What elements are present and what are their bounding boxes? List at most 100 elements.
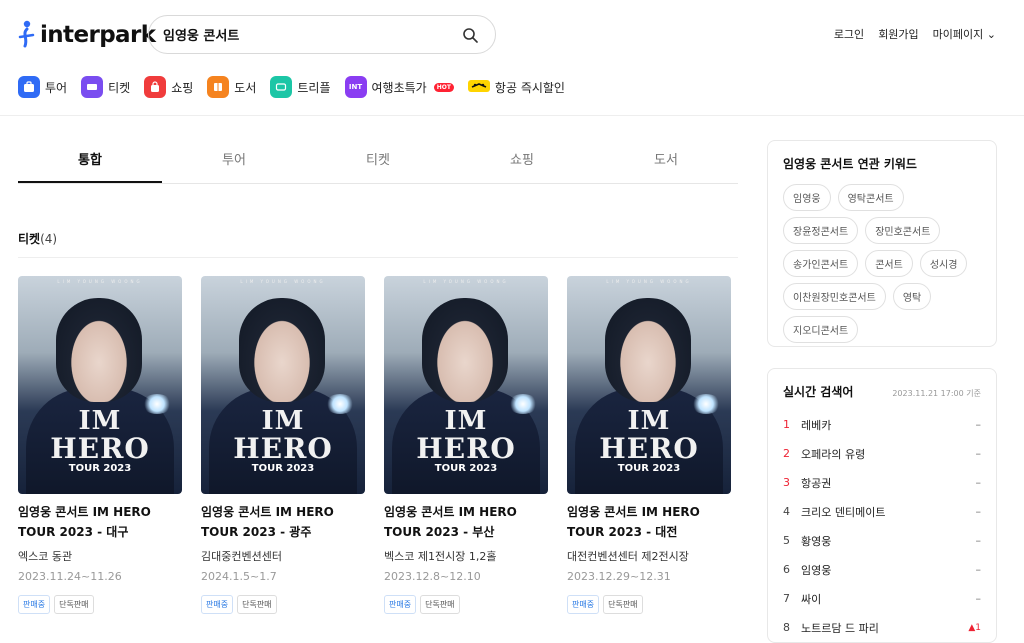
search-input[interactable] bbox=[163, 27, 459, 42]
rank-keyword: 노트르담 드 파리 bbox=[801, 621, 879, 635]
ticket-venue: 벡스코 제1전시장 1,2홀 bbox=[384, 550, 497, 563]
category-label: 쇼핑 bbox=[171, 80, 194, 95]
keyword-chip[interactable]: 송가인콘서트 bbox=[783, 250, 859, 277]
section-title: 티켓(4) bbox=[18, 230, 738, 258]
poster-top-text: LIM YOUNG WOONG bbox=[423, 279, 509, 284]
triple-icon bbox=[270, 76, 293, 98]
signup-link[interactable]: 회원가입 bbox=[878, 26, 918, 42]
list-item[interactable]: 5 황영웅 – bbox=[783, 526, 981, 555]
search-bar[interactable] bbox=[148, 15, 496, 54]
rank-status: – bbox=[975, 476, 982, 489]
status-badge: 판매중 bbox=[18, 595, 51, 614]
realtime-title: 실시간 검색어 bbox=[783, 385, 854, 399]
login-link[interactable]: 로그인 bbox=[834, 26, 864, 42]
ticket-name[interactable]: 임영웅 콘서트 IM HERO TOUR 2023 - 부산 bbox=[384, 502, 548, 542]
category-label: 티켓 bbox=[108, 80, 131, 95]
mypage-link[interactable]: 마이페이지 ⌄ bbox=[933, 26, 996, 42]
mypage-label: 마이페이지 bbox=[932, 28, 984, 41]
ticket-badges: 판매중 단독판매 bbox=[18, 595, 182, 614]
keyword-chip[interactable]: 영탁 bbox=[892, 283, 932, 310]
list-item[interactable]: 2 오페라의 유령 – bbox=[783, 439, 981, 468]
poster-title-line2: HERO bbox=[599, 432, 699, 465]
ticket-icon bbox=[81, 76, 104, 98]
tab-shopping[interactable]: 쇼핑 bbox=[450, 140, 594, 183]
poster-image[interactable]: LIM YOUNG WOONG IM HERO TOUR 2023 bbox=[201, 276, 365, 494]
poster-tour-text: TOUR 2023 bbox=[434, 463, 498, 474]
rank-keyword: 항공권 bbox=[801, 476, 832, 490]
list-item[interactable]: 3 항공권 – bbox=[783, 468, 981, 497]
realtime-list: 1 레베카 – 2 오페라의 유령 – 3 항공권 – 4 크리오 덴티메이트 … bbox=[783, 410, 981, 642]
tab-all[interactable]: 통합 bbox=[18, 140, 162, 183]
keyword-chip[interactable]: 이찬원장민호콘서트 bbox=[783, 283, 886, 310]
related-keywords-panel: 임영웅 콘서트 연관 키워드 임영웅 영탁콘서트 장윤정콘서트 장민호콘서트 송… bbox=[767, 140, 997, 347]
ticket-badges: 판매중 단독판매 bbox=[567, 595, 731, 614]
ticket-venue: 대전컨벤션센터 제2전시장 bbox=[567, 550, 689, 563]
keyword-chip[interactable]: 장민호콘서트 bbox=[865, 217, 941, 244]
rank-number: 5 bbox=[783, 534, 790, 547]
rank-number: 2 bbox=[783, 447, 790, 460]
category-triple[interactable]: 트리플 bbox=[270, 76, 331, 98]
category-book[interactable]: 도서 bbox=[207, 76, 256, 98]
category-travel-deal[interactable]: INT 여행초특가 HOT bbox=[344, 76, 454, 98]
category-shopping[interactable]: 쇼핑 bbox=[144, 76, 193, 98]
list-item[interactable]: 6 임영웅 – bbox=[783, 555, 981, 584]
rank-keyword: 레베카 bbox=[801, 418, 832, 432]
ticket-card[interactable]: LIM YOUNG WOONG IM HERO TOUR 2023 임영웅 콘서… bbox=[567, 276, 731, 614]
keyword-chip[interactable]: 지오디콘서트 bbox=[783, 316, 859, 343]
ticket-name[interactable]: 임영웅 콘서트 IM HERO TOUR 2023 - 광주 bbox=[201, 502, 365, 542]
header: interpark 로그인 회원가입 마이페이지 ⌄ 투어 티켓 bbox=[0, 0, 1024, 116]
poster-tour-text: TOUR 2023 bbox=[617, 463, 681, 474]
bag-icon bbox=[144, 76, 167, 98]
category-tour[interactable]: 투어 bbox=[18, 76, 67, 98]
exclusive-badge: 단독판매 bbox=[237, 595, 277, 614]
rank-status: ▲1 bbox=[968, 622, 981, 633]
ticket-name[interactable]: 임영웅 콘서트 IM HERO TOUR 2023 - 대구 bbox=[18, 502, 182, 542]
status-badge: 판매중 bbox=[384, 595, 417, 614]
result-tabs: 통합 투어 티켓 쇼핑 도서 bbox=[18, 140, 738, 184]
list-item[interactable]: 1 레베카 – bbox=[783, 410, 981, 439]
poster-title-line2: HERO bbox=[416, 432, 516, 465]
poster-title-line2: HERO bbox=[233, 432, 333, 465]
logo-text: interpark bbox=[40, 22, 156, 48]
keyword-chip[interactable]: 임영웅 bbox=[783, 184, 831, 211]
main-content: 통합 투어 티켓 쇼핑 도서 티켓(4) LIM YOUNG WOONG IM … bbox=[18, 140, 738, 614]
poster-face bbox=[422, 298, 508, 402]
ticket-card[interactable]: LIM YOUNG WOONG IM HERO TOUR 2023 임영웅 콘서… bbox=[384, 276, 548, 614]
status-badge: 판매중 bbox=[201, 595, 234, 614]
rank-keyword: 임영웅 bbox=[801, 563, 832, 577]
ticket-badges: 판매중 단독판매 bbox=[201, 595, 365, 614]
logo[interactable]: interpark bbox=[18, 20, 156, 50]
keyword-chips: 임영웅 영탁콘서트 장윤정콘서트 장민호콘서트 송가인콘서트 콘서트 성시경 이… bbox=[783, 184, 981, 343]
search-icon[interactable] bbox=[459, 24, 481, 46]
book-icon bbox=[207, 76, 230, 98]
keyword-chip[interactable]: 성시경 bbox=[919, 250, 968, 277]
list-item[interactable]: 8 노트르담 드 파리 ▲1 bbox=[783, 613, 981, 642]
category-flight-deal[interactable]: 항공 즉시할인 bbox=[467, 78, 565, 97]
rank-number: 4 bbox=[783, 505, 790, 518]
keyword-chip[interactable]: 영탁콘서트 bbox=[837, 184, 904, 211]
poster-image[interactable]: LIM YOUNG WOONG IM HERO TOUR 2023 bbox=[567, 276, 731, 494]
category-label: 항공 즉시할인 bbox=[494, 80, 565, 95]
logo-mark-icon bbox=[18, 20, 35, 48]
keyword-chip[interactable]: 장윤정콘서트 bbox=[783, 217, 859, 244]
ticket-card[interactable]: LIM YOUNG WOONG IM HERO TOUR 2023 임영웅 콘서… bbox=[201, 276, 365, 614]
keyword-chip[interactable]: 콘서트 bbox=[865, 250, 913, 277]
ticket-venue: 김대중컨벤션센터 bbox=[201, 550, 282, 563]
tab-book[interactable]: 도서 bbox=[594, 140, 738, 183]
rank-keyword: 크리오 덴티메이트 bbox=[801, 505, 886, 519]
tab-ticket[interactable]: 티켓 bbox=[306, 140, 450, 183]
poster-image[interactable]: LIM YOUNG WOONG IM HERO TOUR 2023 bbox=[18, 276, 182, 494]
hot-badge: HOT bbox=[433, 82, 454, 92]
ticket-card[interactable]: LIM YOUNG WOONG IM HERO TOUR 2023 임영웅 콘서… bbox=[18, 276, 182, 614]
ticket-name[interactable]: 임영웅 콘서트 IM HERO TOUR 2023 - 대전 bbox=[567, 502, 731, 542]
suitcase-icon bbox=[18, 76, 40, 98]
category-ticket[interactable]: 티켓 bbox=[81, 76, 130, 98]
list-item[interactable]: 4 크리오 덴티메이트 – bbox=[783, 497, 981, 526]
tab-tour[interactable]: 투어 bbox=[162, 140, 306, 183]
poster-image[interactable]: LIM YOUNG WOONG IM HERO TOUR 2023 bbox=[384, 276, 548, 494]
rank-status: – bbox=[975, 447, 982, 460]
section-count: (4) bbox=[40, 232, 58, 246]
ticket-date: 2024.1.5~1.7 bbox=[201, 570, 277, 583]
list-item[interactable]: 7 싸이 – bbox=[783, 584, 981, 613]
category-label: 투어 bbox=[45, 80, 68, 95]
